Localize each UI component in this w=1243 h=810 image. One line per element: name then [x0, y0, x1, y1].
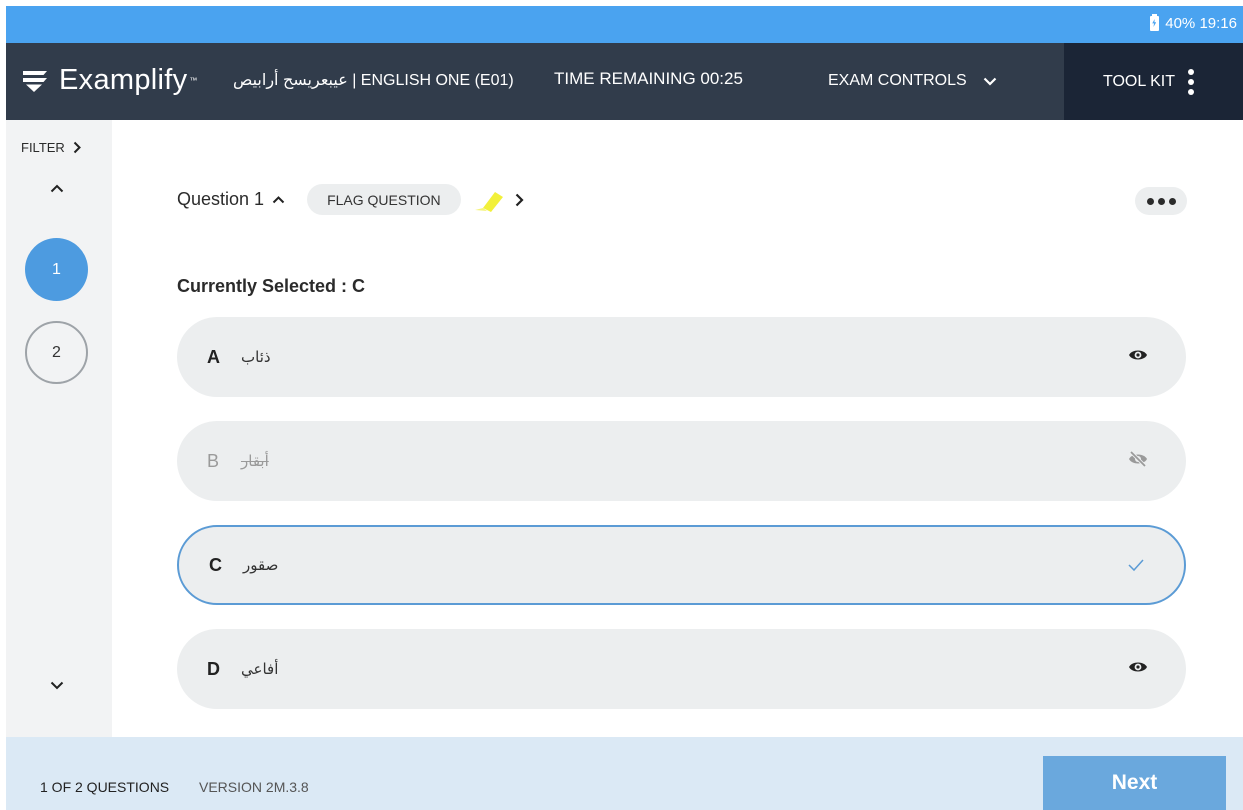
toolkit-label: TOOL KIT: [1103, 72, 1176, 90]
time-remaining: TIME REMAINING 00:25: [554, 69, 743, 88]
scroll-up-chevron-icon[interactable]: [50, 184, 64, 193]
question-nav-1[interactable]: 1: [25, 238, 88, 301]
more-dot-icon: [1146, 197, 1154, 205]
filter-button[interactable]: FILTER: [21, 140, 81, 155]
question-nav-2[interactable]: 2: [25, 321, 88, 384]
next-button[interactable]: Next: [1043, 756, 1226, 810]
filter-label: FILTER: [21, 140, 65, 155]
status-info: 40% 19:16: [1150, 14, 1237, 32]
question-header: Question 1 FLAG QUESTION: [177, 184, 524, 215]
more-dot-icon: [1157, 197, 1165, 205]
chevron-up-icon: [272, 195, 285, 203]
exam-title: عيبعريسح أرابيص | ENGLISH ONE (E01): [233, 72, 514, 89]
more-dot-icon: [1168, 197, 1176, 205]
answer-option-c[interactable]: C صقور: [177, 525, 1186, 605]
option-text: أفاعي: [241, 660, 279, 678]
exam-controls-button[interactable]: EXAM CONTROLS: [828, 64, 997, 98]
eye-off-icon[interactable]: [1128, 449, 1148, 469]
highlighter-icon[interactable]: [474, 188, 505, 212]
logo-text: Examplify: [59, 64, 188, 96]
clock: 19:16: [1199, 15, 1237, 32]
examplify-logo: Examplify ™: [23, 64, 197, 97]
question-title-toggle[interactable]: Question 1: [177, 189, 285, 210]
check-icon: [1128, 559, 1144, 572]
eye-icon[interactable]: [1128, 657, 1148, 677]
option-letter: A: [207, 346, 220, 367]
eye-icon[interactable]: [1128, 345, 1148, 365]
status-bar: 40% 19:16: [6, 6, 1243, 43]
option-letter: C: [209, 554, 222, 575]
app-version: VERSION 2M.3.8: [199, 779, 309, 795]
more-options-button[interactable]: [1135, 187, 1187, 215]
answer-option-d[interactable]: D أفاعي: [177, 629, 1186, 709]
answer-option-a[interactable]: A ذئاب: [177, 317, 1186, 397]
option-letter: D: [207, 658, 220, 679]
question-sidebar: FILTER 1 2: [6, 120, 112, 737]
toolkit-button[interactable]: TOOL KIT: [1064, 43, 1243, 120]
next-question-chevron-icon[interactable]: [515, 193, 524, 207]
examplify-logo-icon: [23, 70, 47, 92]
battery-charging-icon: [1150, 14, 1160, 31]
question-title: Question 1: [177, 189, 265, 209]
option-text: ذئاب: [241, 348, 271, 366]
answer-option-b[interactable]: B أبقار: [177, 421, 1186, 501]
chevron-right-icon: [73, 141, 81, 154]
exam-controls-label: EXAM CONTROLS: [828, 72, 967, 89]
scroll-down-chevron-icon[interactable]: [50, 681, 64, 690]
question-count: 1 OF 2 QUESTIONS: [40, 779, 170, 795]
chevron-down-icon: [983, 77, 996, 86]
footer-bar: 1 OF 2 QUESTIONS VERSION 2M.3.8 Next: [6, 737, 1243, 810]
logo-trademark: ™: [189, 76, 198, 85]
battery-level: 40%: [1165, 15, 1196, 32]
app-header: Examplify ™ عيبعريسح أرابيص | ENGLISH ONE…: [6, 43, 1243, 120]
option-letter: B: [207, 450, 220, 471]
option-text: أبقار: [241, 452, 269, 470]
flag-question-button[interactable]: FLAG QUESTION: [307, 184, 461, 215]
option-text: صقور: [243, 556, 279, 574]
kebab-menu-icon: [1188, 68, 1195, 95]
currently-selected: Currently Selected : C: [177, 276, 366, 296]
